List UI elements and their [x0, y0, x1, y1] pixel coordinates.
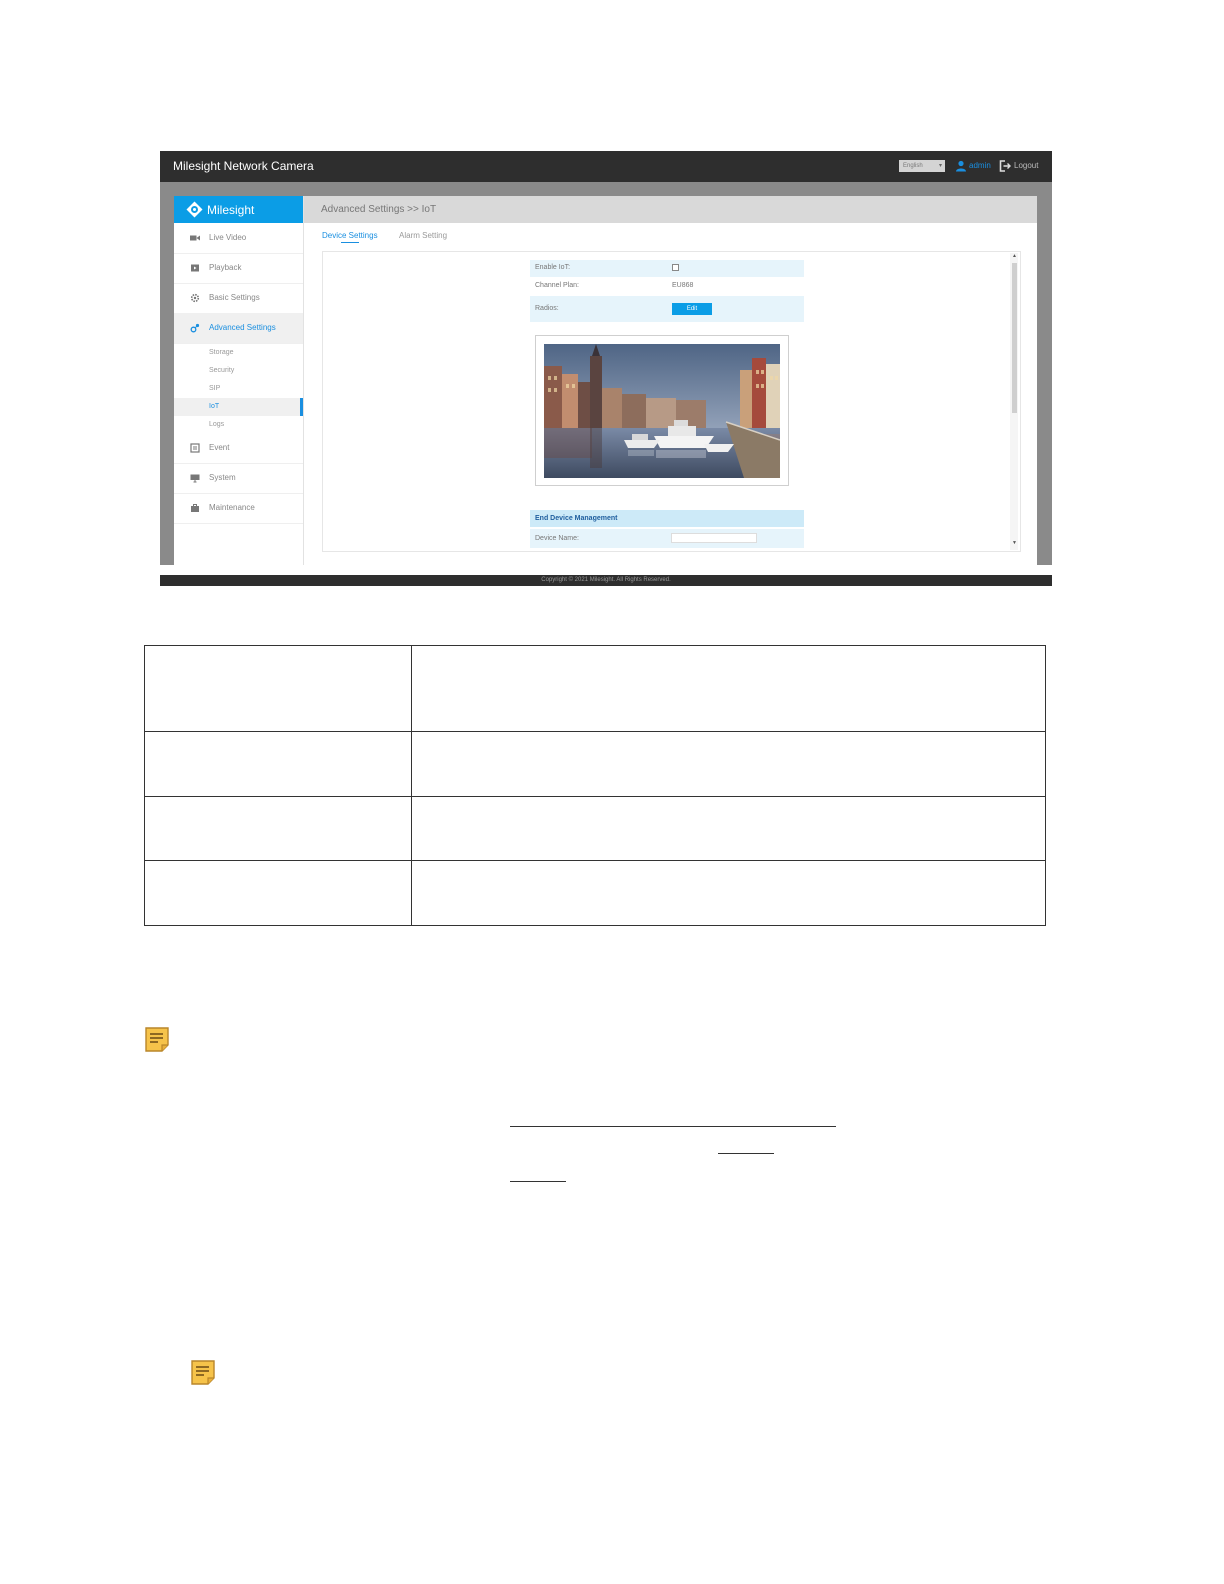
footer: Copyright © 2021 Milesight. All Rights R… [160, 575, 1052, 586]
sidebar-subitem-label: SIP [209, 385, 221, 392]
app-title: Milesight Network Camera [173, 159, 314, 173]
sidebar-item-event[interactable]: Event [174, 433, 303, 464]
active-tab-underline [341, 242, 359, 243]
scroll-up-icon[interactable]: ▲ [1012, 253, 1017, 259]
video-preview [535, 335, 789, 486]
canal-scene-image [544, 344, 780, 478]
sidebar-item-label: Live Video [209, 233, 247, 242]
top-bar: Milesight Network Camera English ▾ admin… [160, 151, 1052, 182]
note-icon [191, 1360, 215, 1385]
table-border [144, 731, 1046, 732]
link-underline[interactable] [510, 1181, 566, 1182]
toolbox-icon [191, 504, 199, 512]
sidebar-item-label: Basic Settings [209, 293, 260, 302]
table-border [144, 645, 145, 926]
sidebar-item-label: Event [209, 443, 230, 452]
settings-panel: Enable IoT: Channel Plan: EU868 Radios: … [322, 251, 1021, 552]
sidebar-subitem-iot[interactable]: IoT [174, 398, 303, 416]
device-name-input[interactable] [671, 533, 757, 543]
device-name-label: Device Name: [535, 535, 579, 542]
scrollbar-thumb[interactable] [1012, 263, 1017, 413]
table-border [144, 645, 1046, 646]
app-body: Milesight Live Video Playback Basic Sett… [174, 196, 1037, 565]
sidebar-subitem-sip[interactable]: SIP [174, 380, 303, 398]
video-icon [190, 235, 200, 241]
radios-label: Radios: [535, 305, 559, 312]
table-border [144, 925, 1046, 926]
language-select-value: English [903, 163, 923, 169]
brand-header[interactable]: Milesight [174, 196, 303, 223]
enable-iot-label: Enable IoT: [535, 264, 571, 271]
sidebar-item-playback[interactable]: Playback [174, 253, 303, 284]
brand-name: Milesight [207, 203, 255, 217]
enable-iot-row: Enable IoT: [530, 260, 804, 277]
sidebar-subitem-storage[interactable]: Storage [174, 344, 303, 362]
sidebar-subitem-label: Storage [209, 349, 234, 356]
sidebar-item-label: Playback [209, 263, 242, 272]
table-border [411, 645, 412, 926]
link-underline[interactable] [718, 1153, 774, 1154]
sidebar-item-live-video[interactable]: Live Video [174, 223, 303, 254]
breadcrumb-bar: Advanced Settings >> IoT [304, 196, 1037, 223]
end-device-management-header: End Device Management [530, 510, 804, 527]
user-icon [956, 160, 966, 172]
header-stripe [160, 182, 1052, 191]
device-name-row: Device Name: [530, 529, 804, 548]
sidebar-subitem-security[interactable]: Security [174, 362, 303, 380]
monitor-icon [190, 474, 200, 483]
parameter-table [144, 645, 1046, 926]
channel-plan-row: Channel Plan: EU868 [530, 278, 804, 294]
radios-row: Radios: Edit [530, 296, 804, 322]
note-icon [145, 1027, 169, 1052]
sidebar-subitem-label: Logs [209, 421, 225, 428]
sidebar-item-advanced-settings[interactable]: Advanced Settings [174, 313, 303, 344]
end-device-management-title: End Device Management [535, 515, 618, 522]
sidebar-item-basic-settings[interactable]: Basic Settings [174, 283, 303, 314]
table-border [144, 860, 1046, 861]
advanced-settings-icon [190, 323, 200, 333]
gear-icon [190, 293, 200, 303]
logout-icon[interactable] [999, 160, 1011, 172]
chevron-down-icon: ▾ [938, 163, 942, 169]
footer-gap [160, 565, 1052, 575]
playback-icon [191, 264, 199, 272]
sidebar-item-system[interactable]: System [174, 463, 303, 494]
language-select[interactable]: English ▾ [899, 160, 945, 172]
sidebar-item-label: Maintenance [209, 503, 255, 512]
sidebar-subitem-label: IoT [209, 403, 220, 410]
sidebar-item-maintenance[interactable]: Maintenance [174, 493, 303, 524]
sidebar-subitem-logs[interactable]: Logs [174, 416, 303, 434]
table-border [1045, 645, 1046, 926]
edit-radios-button[interactable]: Edit [672, 303, 712, 315]
channel-plan-value: EU868 [672, 282, 694, 289]
sidebar-item-label: Advanced Settings [209, 323, 276, 332]
breadcrumb: Advanced Settings >> IoT [321, 204, 437, 215]
browser-screenshot: Milesight Network Camera English ▾ admin… [160, 151, 1052, 586]
scroll-down-icon[interactable]: ▼ [1012, 540, 1017, 546]
admin-link[interactable]: admin [969, 161, 991, 170]
tab-alarm-setting[interactable]: Alarm Setting [399, 231, 447, 240]
event-icon [190, 443, 200, 453]
tab-device-settings[interactable]: Device Settings [322, 231, 378, 240]
enable-iot-checkbox[interactable] [672, 264, 679, 271]
logout-link[interactable]: Logout [1014, 161, 1038, 170]
sidebar-item-label: System [209, 473, 236, 482]
milesight-logo-icon [186, 201, 203, 218]
sidebar: Milesight Live Video Playback Basic Sett… [174, 196, 304, 565]
copyright-text: Copyright © 2021 Milesight. All Rights R… [541, 577, 671, 583]
channel-plan-label: Channel Plan: [535, 282, 579, 289]
link-underline[interactable] [510, 1126, 836, 1127]
table-border [144, 796, 1046, 797]
sidebar-subitem-label: Security [209, 367, 235, 374]
